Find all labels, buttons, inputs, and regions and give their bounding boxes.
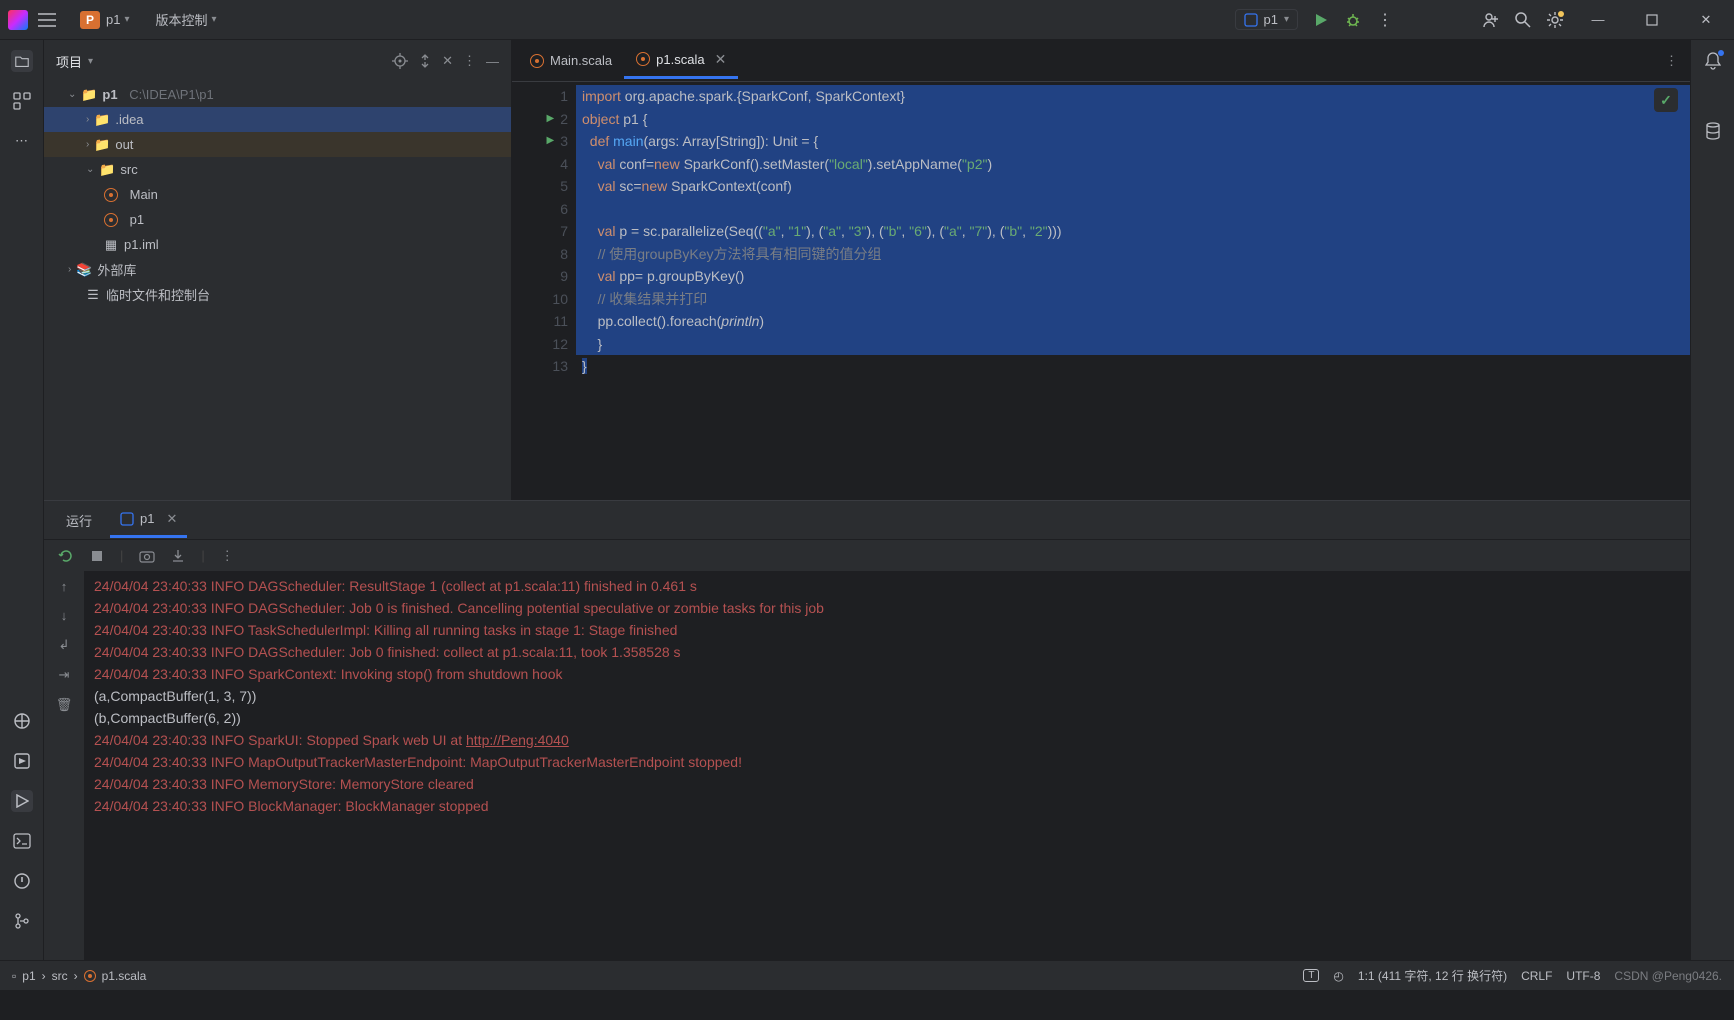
more-tools-icon[interactable]: ⋯ bbox=[11, 130, 33, 152]
tree-external-libs[interactable]: ›📚外部库 bbox=[44, 257, 511, 282]
inspection-ok-icon[interactable]: ✓ bbox=[1654, 88, 1678, 112]
breadcrumb-file[interactable]: p1.scala bbox=[102, 969, 147, 983]
locate-icon[interactable] bbox=[392, 53, 408, 69]
close-run-tab-icon[interactable]: ✕ bbox=[166, 511, 177, 527]
structure-tool-icon[interactable] bbox=[11, 90, 33, 112]
status-bar: ▫p1 ›src ›p1.scala T ◴ 1:1 (411 字符, 12 行… bbox=[0, 960, 1734, 990]
expand-all-icon[interactable] bbox=[418, 54, 432, 68]
status-encoding[interactable]: UTF-8 bbox=[1566, 969, 1600, 983]
tree-folder-src[interactable]: ⌄📁src bbox=[44, 157, 511, 182]
export-icon[interactable] bbox=[171, 549, 185, 563]
scala-object-icon bbox=[530, 54, 544, 68]
more-actions-icon[interactable]: ⋮ bbox=[1376, 11, 1394, 29]
run-tool-icon[interactable] bbox=[11, 790, 33, 812]
collapse-all-icon[interactable]: ✕ bbox=[442, 53, 453, 69]
console-output[interactable]: 24/04/04 23:40:33 INFO DAGScheduler: Res… bbox=[84, 571, 1690, 960]
project-tool-icon[interactable] bbox=[11, 50, 33, 72]
rerun-icon[interactable] bbox=[58, 548, 74, 564]
editor-tab-p1[interactable]: p1.scala✕ bbox=[624, 43, 738, 79]
clear-icon[interactable]: 🗑 bbox=[56, 697, 73, 713]
code-editor[interactable]: 1 ▶2 ▶3 45678910111213 ✓ import org.apac… bbox=[512, 82, 1690, 500]
scroll-end-icon[interactable]: ⇥ bbox=[59, 667, 70, 683]
close-tab-icon[interactable]: ✕ bbox=[715, 51, 727, 68]
database-icon[interactable] bbox=[1702, 120, 1724, 142]
tree-folder-idea[interactable]: ›📁.idea bbox=[44, 107, 511, 132]
scala-object-icon bbox=[636, 52, 650, 66]
scala-object-icon bbox=[104, 188, 118, 202]
breadcrumb-src[interactable]: src bbox=[52, 969, 68, 983]
right-toolwindow-bar bbox=[1690, 40, 1734, 960]
gutter-run-icon[interactable]: ▶ bbox=[547, 108, 555, 131]
panel-options-icon[interactable]: ⋮ bbox=[463, 53, 476, 69]
titlebar: P p1▾ 版本控制▾ p1▾ ⋮ — ✕ bbox=[0, 0, 1734, 40]
wrap-icon[interactable]: ↲ bbox=[59, 637, 70, 653]
run-sidebar: ↑ ↓ ↲ ⇥ 🗑 bbox=[44, 571, 84, 960]
window-minimize-button[interactable]: — bbox=[1578, 0, 1618, 40]
status-line-sep[interactable]: CRLF bbox=[1521, 969, 1552, 983]
services-tool-icon[interactable] bbox=[11, 750, 33, 772]
run-config-tab[interactable]: p1✕ bbox=[110, 503, 187, 538]
run-panel-title: 运行 bbox=[56, 503, 102, 538]
terminal-tool-icon[interactable] bbox=[11, 830, 33, 852]
editor-menu-icon[interactable]: ⋮ bbox=[1665, 53, 1684, 69]
down-icon[interactable]: ↓ bbox=[61, 608, 68, 623]
tree-file-iml[interactable]: ▦p1.iml bbox=[44, 232, 511, 257]
search-icon[interactable] bbox=[1514, 11, 1532, 29]
scala-object-icon bbox=[104, 213, 118, 227]
watermark: CSDN @Peng0426. bbox=[1614, 969, 1722, 983]
run-panel: 运行 p1✕ | | ⋮ ↑ ↓ ↲ ⇥ 🗑 24/0 bbox=[44, 500, 1690, 960]
main-menu-icon[interactable] bbox=[34, 9, 60, 31]
status-position[interactable]: 1:1 (411 字符, 12 行 换行符) bbox=[1358, 967, 1507, 984]
project-badge: P bbox=[80, 11, 100, 29]
problems-tool-icon[interactable] bbox=[11, 870, 33, 892]
camera-icon[interactable] bbox=[139, 549, 155, 563]
left-toolwindow-bar: ⋯ bbox=[0, 40, 44, 960]
editor-tab-main[interactable]: Main.scala bbox=[518, 45, 624, 76]
editor-area: Main.scala p1.scala✕ ⋮ 1 ▶2 ▶3 456789101… bbox=[512, 40, 1690, 500]
tree-scratches[interactable]: ☰临时文件和控制台 bbox=[44, 282, 511, 307]
intellij-logo-icon bbox=[8, 10, 28, 30]
status-progress-icon[interactable]: ◴ bbox=[1333, 969, 1343, 983]
scala-object-icon bbox=[84, 970, 96, 982]
run-options-icon[interactable]: ⋮ bbox=[221, 548, 234, 564]
window-close-button[interactable]: ✕ bbox=[1686, 0, 1726, 40]
breadcrumb-project[interactable]: p1 bbox=[22, 969, 35, 983]
settings-icon[interactable] bbox=[1546, 11, 1564, 29]
run-config-selector[interactable]: p1▾ bbox=[1235, 9, 1299, 30]
stop-icon[interactable] bbox=[90, 549, 104, 563]
tree-file-p1[interactable]: p1 bbox=[44, 207, 511, 232]
up-icon[interactable]: ↑ bbox=[61, 579, 68, 594]
status-t-badge[interactable]: T bbox=[1303, 969, 1319, 982]
gutter-run-icon[interactable]: ▶ bbox=[547, 130, 555, 153]
debug-button[interactable] bbox=[1344, 11, 1362, 29]
hide-panel-icon[interactable]: — bbox=[486, 54, 499, 69]
gutter: 1 ▶2 ▶3 45678910111213 bbox=[512, 82, 576, 500]
project-panel-title[interactable]: 项目▾ bbox=[56, 52, 93, 71]
window-maximize-button[interactable] bbox=[1632, 0, 1672, 40]
project-panel: 项目▾ ✕ ⋮ — ⌄📁p1 C:\IDEA\P1\p1 ›📁.idea ›📁o… bbox=[44, 40, 512, 500]
project-selector[interactable]: p1▾ bbox=[106, 12, 130, 27]
notifications-icon[interactable] bbox=[1702, 50, 1724, 72]
tree-file-main[interactable]: Main bbox=[44, 182, 511, 207]
code-with-me-icon[interactable] bbox=[1482, 11, 1500, 29]
vcs-menu[interactable]: 版本控制▾ bbox=[156, 10, 217, 29]
run-button[interactable] bbox=[1312, 11, 1330, 29]
sbt-tool-icon[interactable] bbox=[11, 710, 33, 732]
tree-folder-out[interactable]: ›📁out bbox=[44, 132, 511, 157]
tree-root[interactable]: ⌄📁p1 C:\IDEA\P1\p1 bbox=[44, 82, 511, 107]
vcs-tool-icon[interactable] bbox=[11, 910, 33, 932]
